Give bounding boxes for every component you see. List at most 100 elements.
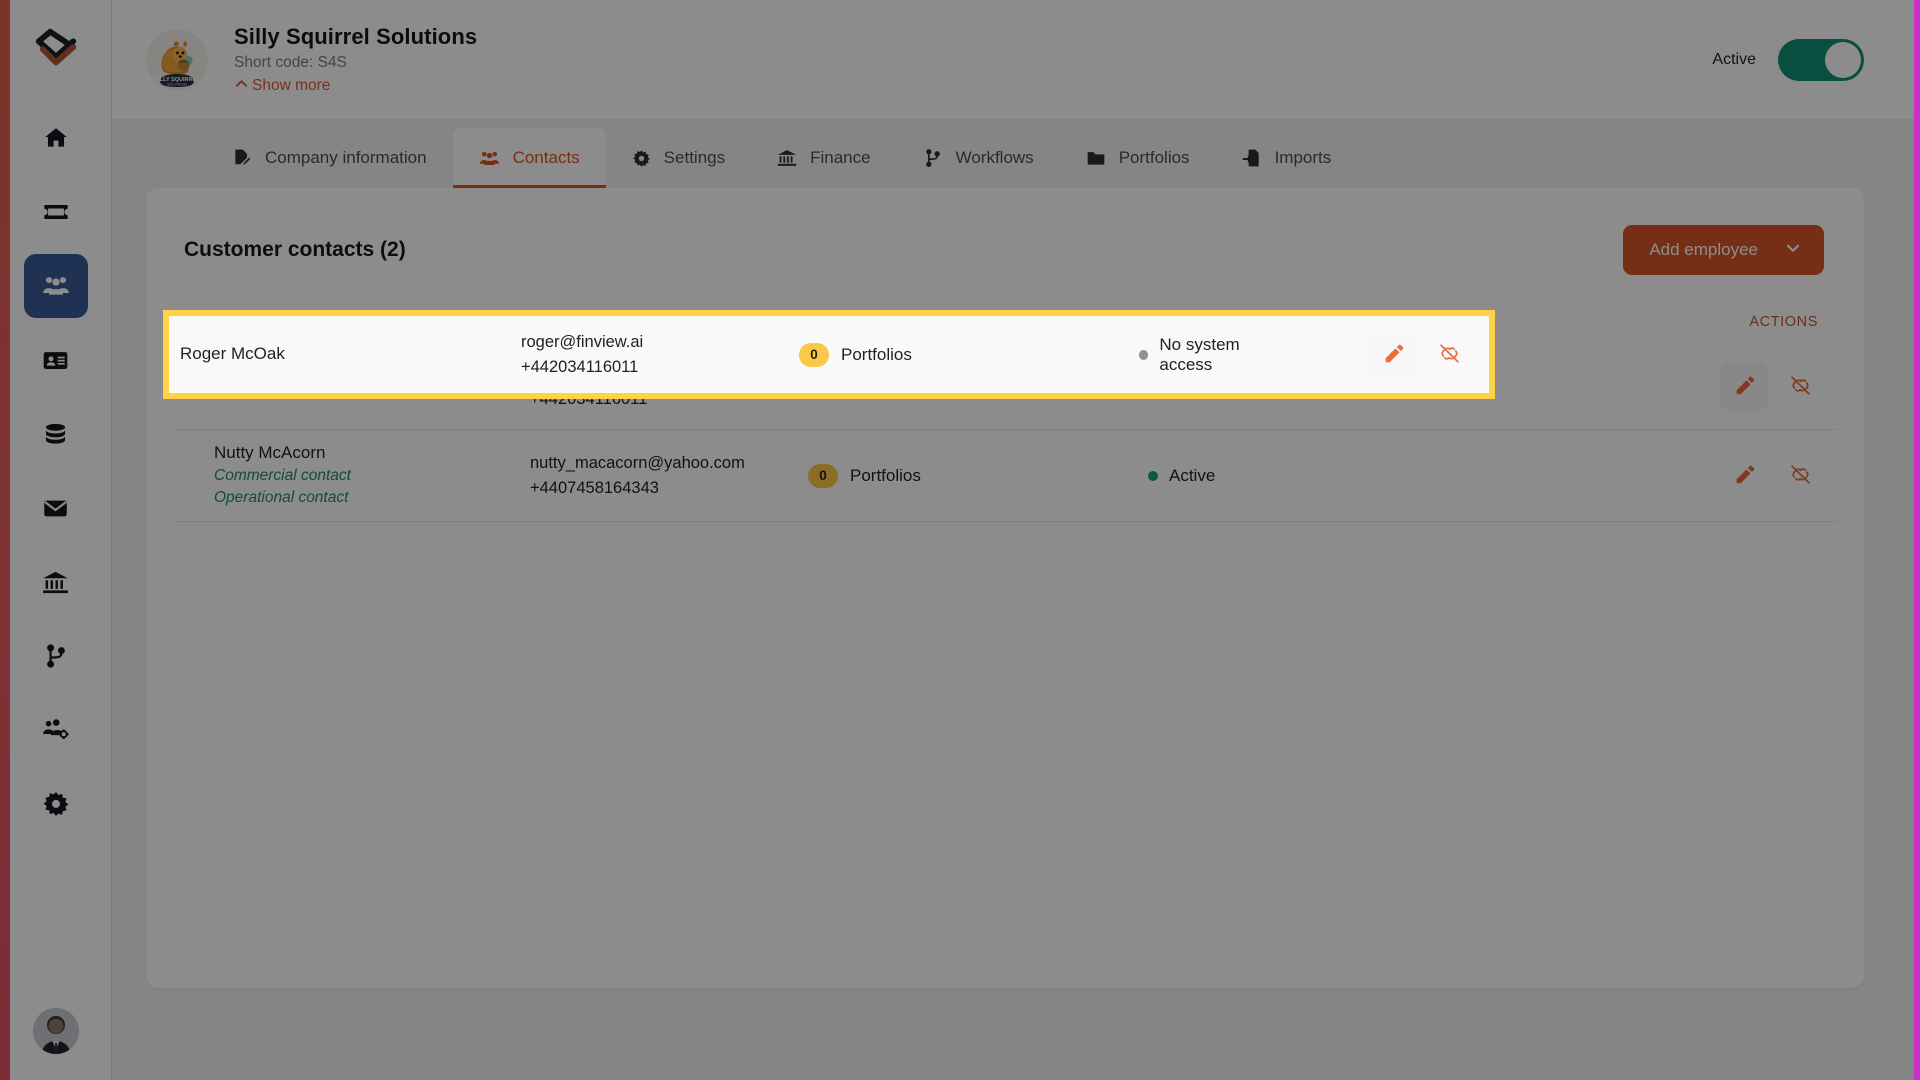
- bank-icon: [777, 148, 797, 168]
- edit-contact-button[interactable]: [1720, 362, 1768, 411]
- contact-email: nutty_macacorn@yahoo.com: [530, 453, 745, 472]
- portfolio-label: Portfolios: [841, 344, 912, 364]
- status-badge: Active: [1169, 465, 1216, 485]
- show-more-toggle[interactable]: Show more: [234, 76, 330, 96]
- contact-email: roger@finview.ai: [521, 332, 644, 351]
- contacts-card: Customer contacts (2) Add employee ACTIO…: [146, 188, 1864, 988]
- active-status-label: Active: [1712, 50, 1756, 68]
- company-short-code: Short code: S4S: [234, 53, 347, 71]
- branch-icon: [923, 148, 943, 168]
- unlink-contact-button[interactable]: [1776, 452, 1824, 500]
- contact-tag: Operational contact: [214, 488, 349, 506]
- people-icon: [479, 148, 500, 169]
- tab-label: Company information: [265, 148, 427, 167]
- pencil-icon: [1734, 464, 1755, 488]
- toggle-knob: [1825, 41, 1861, 78]
- header-right-controls: Active: [1712, 38, 1864, 81]
- tab-bar: Company information Contacts Settings Fi…: [206, 120, 1864, 188]
- company-header: SILLY SQUIRREL SOLUTIONS Silly Squirrel …: [112, 0, 1920, 120]
- card-header: Customer contacts (2) Add employee: [172, 222, 1838, 278]
- company-meta: Silly Squirrel Solutions Short code: S4S…: [234, 23, 477, 96]
- app-root: SILLY SQUIRREL SOLUTIONS Silly Squirrel …: [0, 0, 1920, 1080]
- unlink-contact-button[interactable]: [1425, 331, 1473, 379]
- tab-label: Workflows: [955, 148, 1034, 167]
- table-row[interactable]: Nutty McAcorn Commercial contact Operati…: [172, 430, 1838, 522]
- main-column: SILLY SQUIRREL SOLUTIONS Silly Squirrel …: [112, 0, 1920, 1080]
- sidebar-item-settings[interactable]: [24, 772, 88, 836]
- page-title: Customer contacts (2): [184, 238, 406, 261]
- tab-label: Imports: [1274, 148, 1332, 167]
- tab-settings[interactable]: Settings: [606, 128, 751, 188]
- contact-tag: Commercial contact: [214, 466, 351, 484]
- add-employee-button[interactable]: Add employee: [1623, 225, 1824, 275]
- content-area: Company information Contacts Settings Fi…: [112, 120, 1920, 1080]
- tab-label: Finance: [810, 148, 871, 167]
- right-edge-strip: [1914, 0, 1920, 1080]
- status-dot: [1148, 470, 1158, 481]
- cell-user-status: Active: [1148, 466, 1638, 486]
- highlighted-table-row[interactable]: Roger McOak roger@finview.ai +4420341160…: [169, 316, 1489, 393]
- column-header-actions: ACTIONS: [1749, 314, 1818, 330]
- sidebar-item-customers[interactable]: [23, 254, 88, 318]
- tab-portfolios[interactable]: Portfolios: [1060, 128, 1216, 188]
- active-status-toggle[interactable]: [1778, 38, 1864, 81]
- svg-text:SOLUTIONS: SOLUTIONS: [167, 82, 187, 86]
- tab-company-information[interactable]: Company information: [206, 128, 453, 188]
- chevron-up-icon: [234, 76, 249, 96]
- pencil-icon: [1734, 375, 1755, 399]
- status-badge: No system access: [1159, 334, 1240, 374]
- company-name: Silly Squirrel Solutions: [234, 24, 478, 50]
- people-gear-icon: [42, 716, 70, 744]
- sidebar-item-messages[interactable]: [24, 476, 88, 540]
- import-icon: [1242, 148, 1262, 168]
- table-row[interactable]: Roger McOak roger@finview.ai +4420341160…: [169, 316, 1489, 393]
- home-icon: [43, 125, 69, 151]
- bank-icon: [42, 569, 69, 596]
- tab-label: Portfolios: [1118, 148, 1190, 167]
- tab-workflows[interactable]: Workflows: [897, 128, 1060, 188]
- portfolio-count-badge: 0: [808, 463, 838, 488]
- chevron-down-icon: [1784, 239, 1802, 262]
- cell-actions: [1638, 452, 1838, 500]
- database-icon: [42, 421, 69, 448]
- tab-finance[interactable]: Finance: [751, 128, 896, 188]
- document-edit-icon: [232, 148, 252, 168]
- sidebar-accent-bar: [0, 0, 10, 1080]
- envelope-icon: [42, 495, 69, 522]
- contact-phone: +4407458164343: [530, 478, 659, 497]
- pencil-icon: [1383, 343, 1404, 367]
- unlink-contact-button[interactable]: [1776, 363, 1824, 411]
- sidebar-item-workflows[interactable]: [24, 624, 88, 688]
- status-dot: [1139, 349, 1149, 360]
- sidebar-item-finance[interactable]: [24, 550, 88, 614]
- sidebar-item-contacts[interactable]: [24, 328, 88, 392]
- tab-label: Contacts: [512, 148, 580, 167]
- cell-email-address: nutty_macacorn@yahoo.com +4407458164343: [530, 451, 808, 501]
- contact-name: Roger McOak: [180, 344, 285, 364]
- sidebar-item-data[interactable]: [24, 402, 88, 466]
- edit-contact-button[interactable]: [1720, 452, 1768, 500]
- portfolio-count-badge: 0: [799, 342, 829, 367]
- cell-user-status: No system access: [1139, 335, 1289, 375]
- link-off-icon: [1438, 342, 1461, 368]
- add-employee-label: Add employee: [1649, 240, 1758, 259]
- edit-contact-button[interactable]: [1369, 330, 1417, 379]
- portfolio-label: Portfolios: [850, 465, 921, 485]
- link-off-icon: [1789, 374, 1812, 400]
- sidebar-item-teams[interactable]: [24, 698, 88, 762]
- sidebar-item-home[interactable]: [24, 106, 88, 170]
- tab-label: Settings: [663, 148, 726, 167]
- left-sidebar: [0, 0, 112, 1080]
- contact-card-icon: [42, 347, 69, 374]
- contact-name: Nutty McAcorn: [214, 442, 326, 462]
- gear-icon: [632, 149, 651, 168]
- user-avatar[interactable]: [32, 1008, 79, 1054]
- tab-contacts[interactable]: Contacts: [452, 128, 606, 188]
- sidebar-item-cards[interactable]: [24, 180, 88, 244]
- contact-phone: +442034116011: [521, 357, 639, 376]
- card-icon: [42, 198, 70, 226]
- tab-imports[interactable]: Imports: [1216, 128, 1358, 188]
- squirrel-company-logo: SILLY SQUIRREL SOLUTIONS: [146, 28, 208, 91]
- finview-logo-icon[interactable]: [25, 18, 87, 80]
- folder-icon: [1086, 148, 1106, 168]
